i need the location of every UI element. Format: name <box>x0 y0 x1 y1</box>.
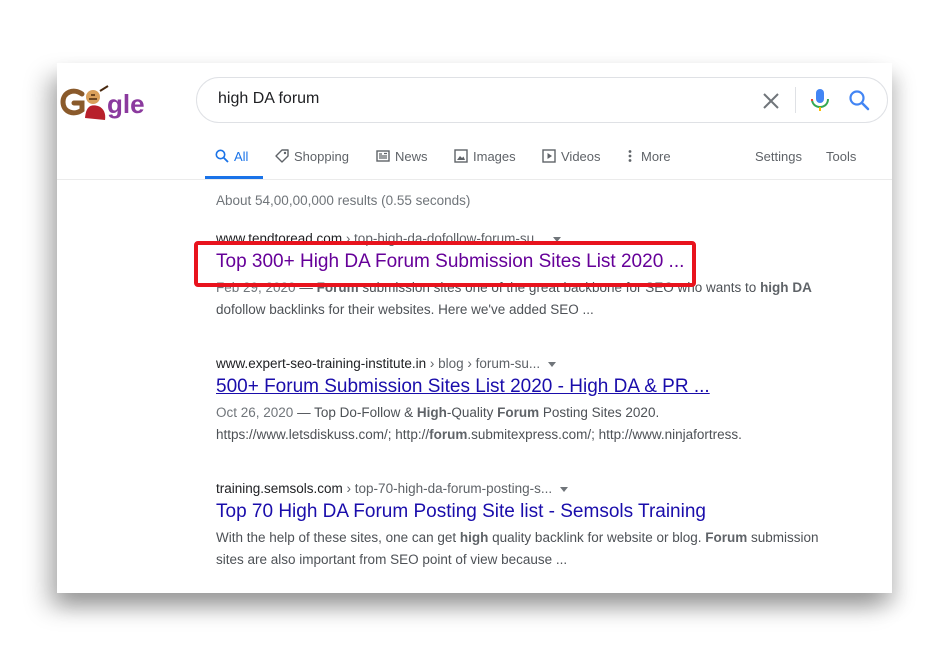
tab-label: More <box>641 149 671 164</box>
search-submit-button[interactable] <box>848 89 870 111</box>
snippet-bold-term: Forum <box>497 405 540 420</box>
snippet-bold-term: High <box>416 405 447 420</box>
search-input[interactable]: high DA forum <box>218 90 319 108</box>
snippet-bold-term: Forum <box>705 530 748 545</box>
snippet-segment: — Top Do-Follow & <box>293 405 417 420</box>
microphone-icon <box>811 89 829 111</box>
snippet-segment: With the help of these sites, one can ge… <box>216 530 460 545</box>
snippet-bold-term: high <box>760 280 789 295</box>
tab-label: Shopping <box>294 149 349 164</box>
clear-search-button[interactable] <box>760 90 782 112</box>
tab-label: Videos <box>561 149 601 164</box>
search-result: training.semsols.com › top-70-high-da-fo… <box>216 479 836 571</box>
tab-label: News <box>395 149 428 164</box>
tab-label: Images <box>473 149 516 164</box>
tabs-divider <box>57 179 892 180</box>
snippet-text: With the help of these sites, one can ge… <box>216 530 819 567</box>
snippet-segment: quality backlink for website or blog. <box>488 530 706 545</box>
newspaper-icon <box>376 150 390 162</box>
result-url[interactable]: training.semsols.com › top-70-high-da-fo… <box>216 479 836 499</box>
play-icon <box>542 149 556 163</box>
tag-icon <box>275 149 289 163</box>
result-snippet: With the help of these sites, one can ge… <box>216 527 826 571</box>
result-domain: www.expert-seo-training-institute.in <box>216 356 427 371</box>
result-date: Oct 26, 2020 <box>216 405 294 420</box>
tab-images[interactable]: Images <box>454 146 516 180</box>
snippet-bold-term: forum <box>429 427 468 442</box>
result-domain: training.semsols.com <box>216 481 343 496</box>
tab-shopping[interactable]: Shopping <box>275 146 349 180</box>
highlight-annotation-box <box>194 241 696 287</box>
tab-more[interactable]: More <box>626 146 671 180</box>
more-vert-icon <box>628 150 632 162</box>
result-stats: About 54,00,00,000 results (0.55 seconds… <box>216 193 471 208</box>
search-result: www.expert-seo-training-institute.in › b… <box>216 354 836 446</box>
snippet-segment: .submitexpress.com/; http://www.ninjafor… <box>467 427 742 442</box>
settings-label: Settings <box>755 149 802 164</box>
google-doodle-logo[interactable]: gle <box>60 82 155 122</box>
result-path: › blog › forum-su... <box>426 356 541 371</box>
search-icon <box>849 90 870 111</box>
result-title-link[interactable]: 500+ Forum Submission Sites List 2020 - … <box>216 374 836 400</box>
voice-search-button[interactable] <box>809 88 831 112</box>
search-icon <box>215 149 229 163</box>
search-box-divider <box>795 87 796 113</box>
snippet-bold-term: DA <box>792 280 812 295</box>
caret-down-icon[interactable] <box>548 361 557 367</box>
snippet-segment: dofollow backlinks for their websites. H… <box>216 302 594 317</box>
result-snippet: Oct 26, 2020 — Top Do-Follow & High-Qual… <box>216 402 826 446</box>
snippet-segment: -Quality <box>446 405 498 420</box>
snippet-text: — Top Do-Follow & High-Quality Forum Pos… <box>216 405 742 442</box>
tab-all[interactable]: All <box>215 146 248 180</box>
tab-news[interactable]: News <box>376 146 428 180</box>
result-title-link[interactable]: Top 70 High DA Forum Posting Site list -… <box>216 499 836 525</box>
search-results-window: gle high DA forum All Shopping News Imag… <box>57 63 892 593</box>
result-path: › top-70-high-da-forum-posting-s... <box>342 481 553 496</box>
tools-link[interactable]: Tools <box>826 146 856 180</box>
svg-text:gle: gle <box>107 89 145 119</box>
settings-link[interactable]: Settings <box>755 146 802 180</box>
tab-videos[interactable]: Videos <box>542 146 601 180</box>
image-icon <box>454 149 468 163</box>
search-box[interactable]: high DA forum <box>196 77 888 123</box>
result-url[interactable]: www.expert-seo-training-institute.in › b… <box>216 354 836 374</box>
snippet-bold-term: high <box>459 530 489 545</box>
tab-label: All <box>234 149 249 164</box>
tools-label: Tools <box>826 149 857 164</box>
caret-down-icon[interactable] <box>560 486 569 492</box>
close-icon <box>763 93 779 109</box>
